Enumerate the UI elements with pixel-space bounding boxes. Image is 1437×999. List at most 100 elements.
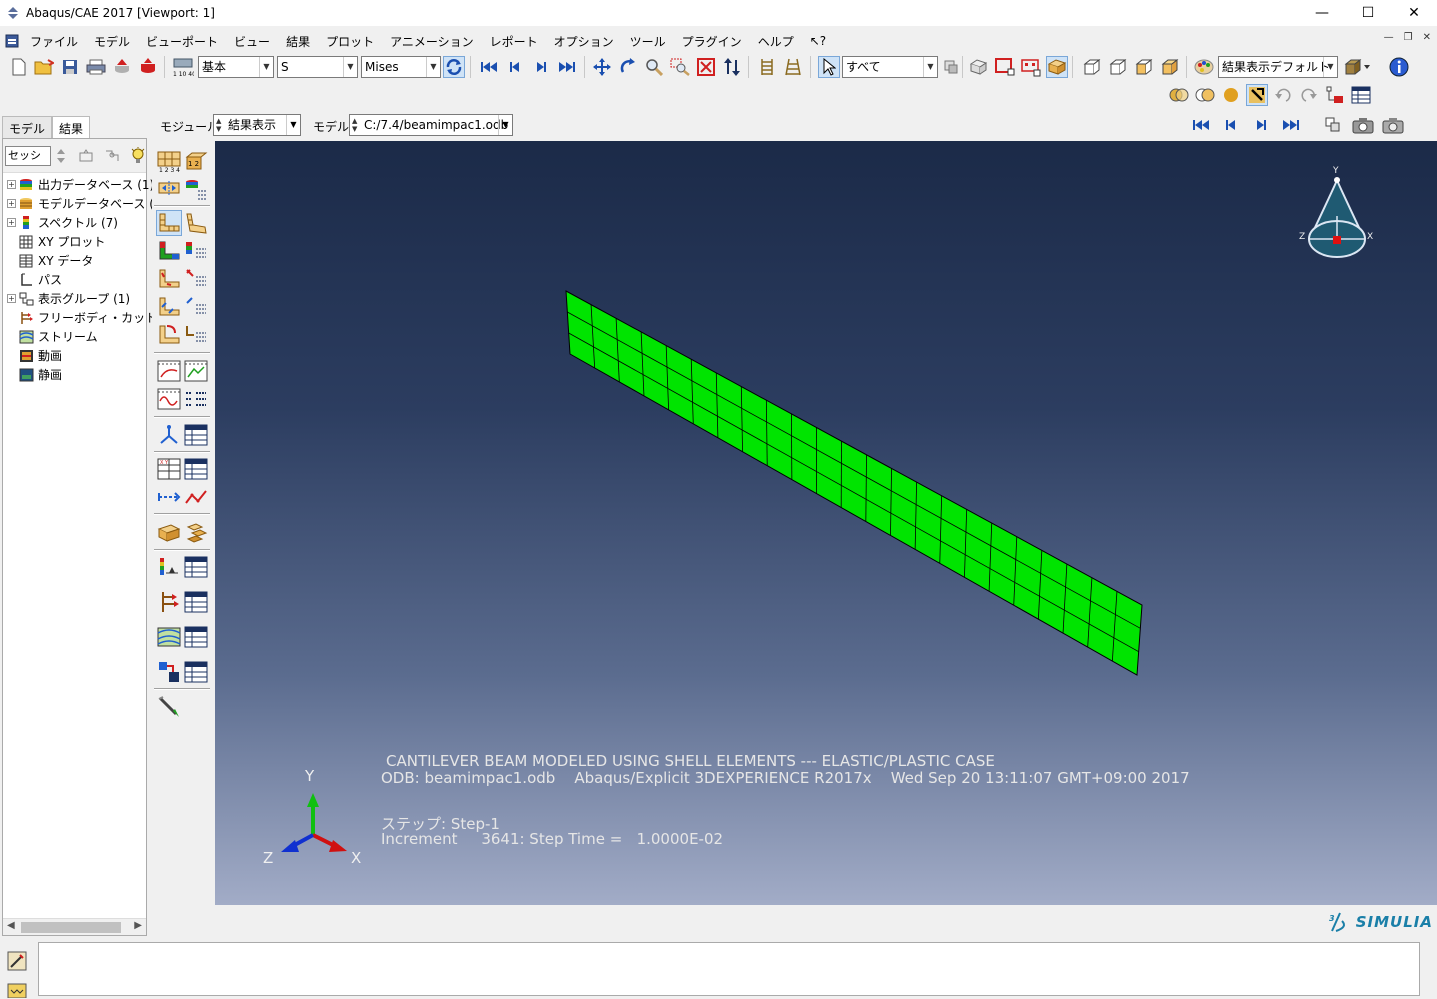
menu-tools[interactable]: ツール (622, 33, 674, 50)
info-icon[interactable] (1388, 56, 1410, 78)
tab-model[interactable]: モデル (2, 116, 53, 138)
session-select[interactable]: セッション (5, 146, 51, 166)
tree-item-spectrum[interactable]: + スペクトル (7) (7, 213, 118, 232)
contour-options-icon[interactable] (184, 239, 208, 263)
visible-only-icon[interactable] (1046, 56, 1068, 78)
expand-icon[interactable]: + (7, 180, 16, 189)
tree-item-xy-plot[interactable]: XY プロット (7, 232, 105, 251)
front-view-icon[interactable] (1107, 56, 1129, 78)
shell-mesh[interactable] (565, 290, 1143, 676)
spin-icon[interactable]: ▲ ▼ (216, 117, 221, 133)
spectrum-manager-icon[interactable] (184, 555, 208, 579)
mdi-close-icon[interactable]: ✕ (1423, 32, 1431, 43)
context-help-button[interactable]: ↖? (802, 34, 834, 48)
ply-stack-icon[interactable] (756, 56, 778, 78)
invariant-select[interactable]: Mises ▼ (361, 56, 441, 78)
viewport-canvas[interactable]: Y X Z Y X Z CANTILEVER BEAM MODELED USIN… (215, 141, 1437, 905)
active-steps-icon[interactable] (157, 660, 181, 684)
symbol-options-icon[interactable] (184, 267, 208, 291)
orientation-options-icon[interactable] (184, 295, 208, 319)
shaded-view-icon[interactable] (1133, 56, 1155, 78)
first-frame-icon[interactable] (1190, 114, 1212, 136)
spectrum-palette-icon[interactable] (157, 555, 181, 579)
selection-options-icon[interactable] (940, 56, 962, 78)
animation-options-icon[interactable] (184, 387, 208, 411)
query-tool-icon[interactable] (1246, 84, 1268, 106)
numbered-mesh-icon[interactable]: 1 2 (184, 149, 208, 173)
common-options-icon[interactable] (184, 323, 208, 347)
xy-data-manager-icon[interactable] (184, 457, 208, 481)
menu-result[interactable]: 結果 (278, 33, 318, 50)
up-level-icon[interactable] (75, 145, 97, 167)
menu-report[interactable]: レポート (482, 33, 546, 50)
tree-item-output-db[interactable]: + 出力データベース (1) (7, 175, 154, 194)
tab-results[interactable]: 結果 (52, 116, 91, 138)
step-frame-icon[interactable]: 1 10 40 (172, 56, 194, 78)
material-orientation-icon[interactable] (157, 295, 181, 319)
mesh-labels-icon[interactable]: 1 2 3 4 (157, 149, 181, 173)
table-icon[interactable] (1350, 84, 1372, 106)
menu-options[interactable]: オプション (546, 33, 622, 50)
transparency-icon[interactable] (1168, 84, 1190, 106)
previous-frame-icon[interactable] (1220, 114, 1242, 136)
minimize-button[interactable]: — (1299, 0, 1345, 26)
tree-item-display-group[interactable]: + 表示グループ (1) (7, 289, 130, 308)
step-select[interactable]: 基本 ▼ (198, 56, 274, 78)
session-arrow-icon[interactable] (53, 145, 69, 167)
kernel-command-icon[interactable] (6, 982, 30, 999)
menu-view[interactable]: ビュー (226, 33, 278, 50)
menu-viewport[interactable]: ビューポート (138, 33, 226, 50)
display-group-palette-icon[interactable] (157, 521, 181, 545)
expand-icon[interactable]: + (7, 218, 16, 227)
cycle-views-icon[interactable] (721, 56, 743, 78)
box-zoom-icon[interactable] (669, 56, 691, 78)
view-cube-dropdown-icon[interactable] (1342, 56, 1372, 78)
scroll-right-icon[interactable]: ▶ (134, 920, 142, 931)
last-frame-icon[interactable] (1280, 114, 1302, 136)
scroll-thumb[interactable] (21, 922, 121, 933)
previous-frame-icon[interactable] (504, 56, 526, 78)
message-area-icon[interactable] (6, 950, 30, 974)
tree-item-movie[interactable]: 動画 (7, 346, 62, 365)
animate-scale-factor-icon[interactable] (157, 359, 181, 383)
auto-fit-icon[interactable] (695, 56, 717, 78)
menu-model[interactable]: モデル (86, 33, 138, 50)
expand-icon[interactable]: + (7, 199, 16, 208)
spin-icon[interactable]: ▲ ▼ (352, 117, 357, 133)
render-style-select[interactable]: 結果表示デフォルト ▼ (1218, 56, 1338, 78)
menu-help[interactable]: ヘルプ (750, 33, 802, 50)
undo-icon[interactable] (1272, 84, 1294, 106)
database-download-icon[interactable] (137, 56, 159, 78)
print-icon[interactable] (85, 56, 107, 78)
camera-settings-icon[interactable] (1352, 114, 1374, 136)
menu-plot[interactable]: プロット (318, 33, 382, 50)
free-body-cut-palette-icon[interactable] (157, 590, 181, 614)
close-button[interactable]: ✕ (1391, 0, 1437, 26)
zoom-icon[interactable] (643, 56, 665, 78)
open-file-icon[interactable] (33, 56, 55, 78)
menu-plugins[interactable]: プラグイン (674, 33, 750, 50)
tree-item-path[interactable]: パス (7, 270, 62, 289)
node-select-icon[interactable] (1020, 56, 1042, 78)
sync-icon[interactable] (443, 56, 465, 78)
animate-time-history-icon[interactable] (184, 359, 208, 383)
viewport-tile-icon[interactable] (1322, 114, 1344, 136)
next-frame-icon[interactable] (530, 56, 552, 78)
filled-view-icon[interactable] (1159, 56, 1181, 78)
first-frame-icon[interactable] (478, 56, 500, 78)
mdi-minimize-icon[interactable]: — (1384, 32, 1394, 43)
tree-item-xy-data[interactable]: XY データ (7, 251, 93, 270)
plot-multiple-states-icon[interactable] (157, 323, 181, 347)
iso-view-icon[interactable] (1081, 56, 1103, 78)
variable-select[interactable]: S ▼ (277, 56, 358, 78)
sphere-icon[interactable] (1220, 84, 1242, 106)
database-upload-icon[interactable] (111, 56, 133, 78)
pan-icon[interactable] (591, 56, 613, 78)
stream-palette-icon[interactable] (157, 625, 181, 649)
annotation-tool-icon[interactable] (157, 695, 181, 719)
select-pointer-icon[interactable] (818, 56, 840, 78)
section-display-icon[interactable] (782, 56, 804, 78)
last-frame-icon[interactable] (556, 56, 578, 78)
color-code-icon[interactable] (1193, 56, 1215, 78)
camera-icon[interactable] (1382, 114, 1404, 136)
